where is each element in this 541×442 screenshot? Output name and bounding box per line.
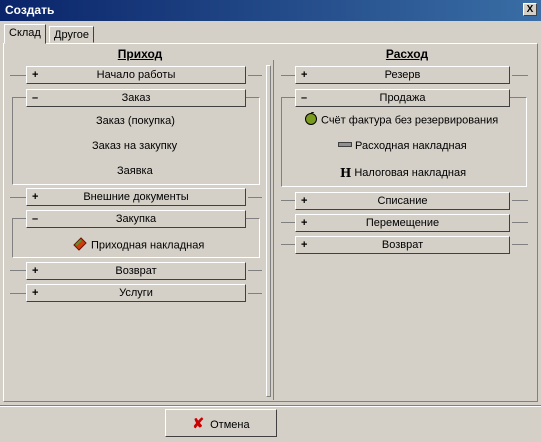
section-purchase-button[interactable]: – Закупка bbox=[26, 210, 246, 228]
item-order-purchase[interactable]: Заказ (покупка) bbox=[96, 115, 175, 127]
separator bbox=[281, 200, 295, 201]
section-label: Продажа bbox=[379, 92, 426, 104]
tax-icon: H bbox=[340, 166, 352, 180]
collapse-icon: – bbox=[301, 92, 308, 104]
tab-warehouse-label: Склад bbox=[9, 27, 41, 39]
section-label: Начало работы bbox=[96, 69, 176, 81]
expand-icon: + bbox=[301, 239, 308, 251]
title-bar: Создать X bbox=[0, 0, 541, 21]
item-expense-invoice[interactable]: Расходная накладная bbox=[338, 140, 467, 152]
footer-divider-highlight bbox=[0, 406, 541, 407]
separator bbox=[10, 197, 26, 198]
close-button[interactable]: X bbox=[523, 3, 537, 16]
item-invoice-no-reserve[interactable]: Счёт фактура без резервирования bbox=[304, 111, 499, 129]
receipt-icon bbox=[72, 236, 88, 255]
separator bbox=[248, 293, 262, 294]
scrollbar[interactable] bbox=[266, 65, 271, 397]
tab-warehouse[interactable]: Склад bbox=[4, 24, 46, 44]
cancel-icon: ✘ bbox=[192, 415, 205, 431]
expand-icon: + bbox=[32, 69, 39, 81]
item-purchase-order[interactable]: Заказ на закупку bbox=[92, 140, 177, 152]
section-order-button[interactable]: – Заказ bbox=[26, 89, 246, 107]
item-request[interactable]: Заявка bbox=[117, 165, 153, 177]
item-label: Приходная накладная bbox=[91, 239, 205, 252]
separator bbox=[512, 75, 528, 76]
income-heading: Приход bbox=[117, 47, 163, 61]
section-label: Закупка bbox=[115, 213, 157, 225]
separator bbox=[512, 222, 528, 223]
cancel-label: Отмена bbox=[210, 419, 250, 431]
section-reserve-button[interactable]: + Резерв bbox=[295, 66, 510, 84]
expand-icon: + bbox=[301, 195, 308, 207]
section-label: Заказ bbox=[121, 92, 151, 104]
section-return-button[interactable]: + Возврат bbox=[26, 262, 246, 280]
section-label: Услуги bbox=[119, 287, 153, 299]
section-return-out-button[interactable]: + Возврат bbox=[295, 236, 510, 254]
expand-icon: + bbox=[32, 191, 39, 203]
expand-icon: + bbox=[301, 217, 308, 229]
item-tax-invoice[interactable]: H Налоговая накладная bbox=[340, 166, 466, 180]
column-divider bbox=[273, 60, 274, 400]
item-label: Счёт фактура без резервирования bbox=[321, 114, 499, 127]
separator bbox=[10, 75, 26, 76]
separator bbox=[10, 270, 26, 271]
section-services-button[interactable]: + Услуги bbox=[26, 284, 246, 302]
item-label: Расходная накладная bbox=[355, 140, 467, 152]
expand-icon: + bbox=[301, 69, 308, 81]
expense-heading: Расход bbox=[385, 47, 429, 61]
section-label: Внешние документы bbox=[83, 191, 189, 203]
separator bbox=[248, 197, 262, 198]
tab-other-label: Другое bbox=[54, 29, 89, 41]
item-label: Налоговая накладная bbox=[354, 166, 467, 179]
section-external-button[interactable]: + Внешние документы bbox=[26, 188, 246, 206]
separator bbox=[512, 244, 528, 245]
separator bbox=[281, 244, 295, 245]
section-label: Списание bbox=[377, 195, 428, 207]
separator bbox=[281, 75, 295, 76]
separator bbox=[281, 222, 295, 223]
close-icon: X bbox=[526, 4, 534, 15]
section-label: Возврат bbox=[115, 265, 157, 277]
expense-icon bbox=[338, 140, 352, 152]
section-sale-button[interactable]: – Продажа bbox=[295, 89, 510, 107]
invoice-icon bbox=[304, 111, 318, 129]
separator bbox=[10, 293, 26, 294]
section-move-button[interactable]: + Перемещение bbox=[295, 214, 510, 232]
section-label: Резерв bbox=[384, 69, 421, 81]
separator bbox=[512, 200, 528, 201]
tab-other[interactable]: Другое bbox=[49, 26, 94, 43]
section-label: Перемещение bbox=[365, 217, 440, 229]
item-receipt-invoice[interactable]: Приходная накладная bbox=[72, 236, 204, 255]
cancel-button[interactable]: ✘ Отмена bbox=[165, 409, 277, 437]
section-label: Возврат bbox=[381, 239, 424, 251]
window-title: Создать bbox=[5, 3, 55, 17]
collapse-icon: – bbox=[32, 213, 39, 225]
section-writeoff-button[interactable]: + Списание bbox=[295, 192, 510, 210]
expand-icon: + bbox=[32, 265, 39, 277]
separator bbox=[248, 75, 262, 76]
section-start-button[interactable]: + Начало работы bbox=[26, 66, 246, 84]
separator bbox=[248, 270, 262, 271]
expand-icon: + bbox=[32, 287, 39, 299]
collapse-icon: – bbox=[32, 92, 39, 104]
